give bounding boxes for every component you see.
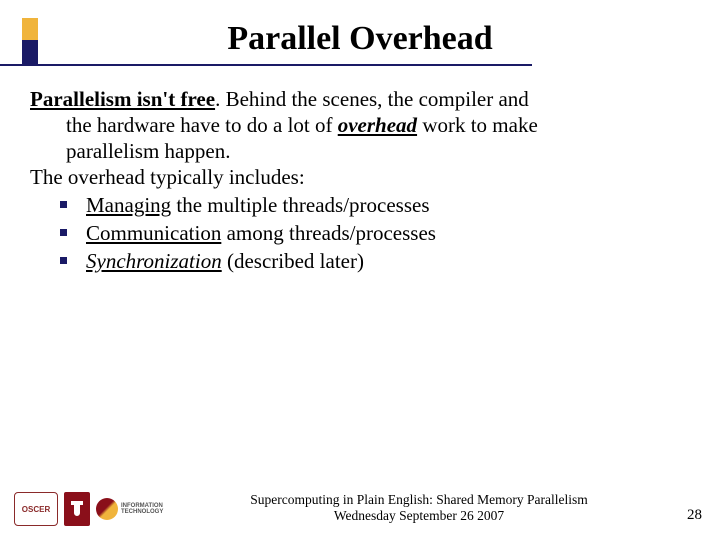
footer-line2: Wednesday September 26 2007 (166, 508, 672, 524)
logo-cluster: OSCER INFORMATION TECHNOLOGY (0, 492, 166, 526)
lead-text-2a: the hardware have to do a lot of (66, 113, 338, 137)
slide-title: Parallel Overhead (0, 0, 720, 58)
footer-line1: Supercomputing in Plain English: Shared … (166, 492, 672, 508)
slide-number: 28 (672, 507, 720, 526)
ou-logo (64, 492, 90, 526)
list-intro: The overhead typically includes: (30, 164, 684, 190)
slide-body: Parallelism isn't free. Behind the scene… (30, 86, 684, 274)
footer-caption: Supercomputing in Plain English: Shared … (166, 492, 672, 526)
oscer-logo-text: OSCER (22, 505, 50, 514)
bullet-keyword: Synchronization (86, 249, 222, 273)
overhead-word: overhead (338, 113, 417, 137)
list-item: Synchronization (described later) (30, 248, 684, 274)
it-logo-swoosh-icon (96, 498, 118, 520)
title-rule (0, 64, 532, 66)
corner-accent (22, 18, 38, 64)
bullet-keyword: Communication (86, 221, 221, 245)
bullet-rest: (described later) (222, 249, 364, 273)
oscer-logo: OSCER (14, 492, 58, 526)
list-item: Managing the multiple threads/processes (30, 192, 684, 218)
it-logo-text: INFORMATION TECHNOLOGY (121, 503, 163, 515)
it-logo-line2: TECHNOLOGY (121, 509, 163, 515)
list-item: Communication among threads/processes (30, 220, 684, 246)
accent-navy (22, 40, 38, 64)
bullet-rest: the multiple threads/processes (171, 193, 429, 217)
lead-text-1: . Behind the scenes, the compiler and (215, 87, 529, 111)
it-logo: INFORMATION TECHNOLOGY (96, 494, 166, 524)
lead-paragraph: Parallelism isn't free. Behind the scene… (30, 86, 684, 164)
bullet-list: Managing the multiple threads/processes … (30, 192, 684, 274)
bullet-rest: among threads/processes (221, 221, 436, 245)
ou-logo-glyph (68, 498, 86, 520)
lead-text-2b: work to make (417, 113, 538, 137)
bullet-keyword: Managing (86, 193, 171, 217)
lead-text-3: parallelism happen. (66, 139, 230, 163)
lead-emphasis: Parallelism isn't free (30, 87, 215, 111)
slide-footer: OSCER INFORMATION TECHNOLOGY Supercomput… (0, 492, 720, 526)
